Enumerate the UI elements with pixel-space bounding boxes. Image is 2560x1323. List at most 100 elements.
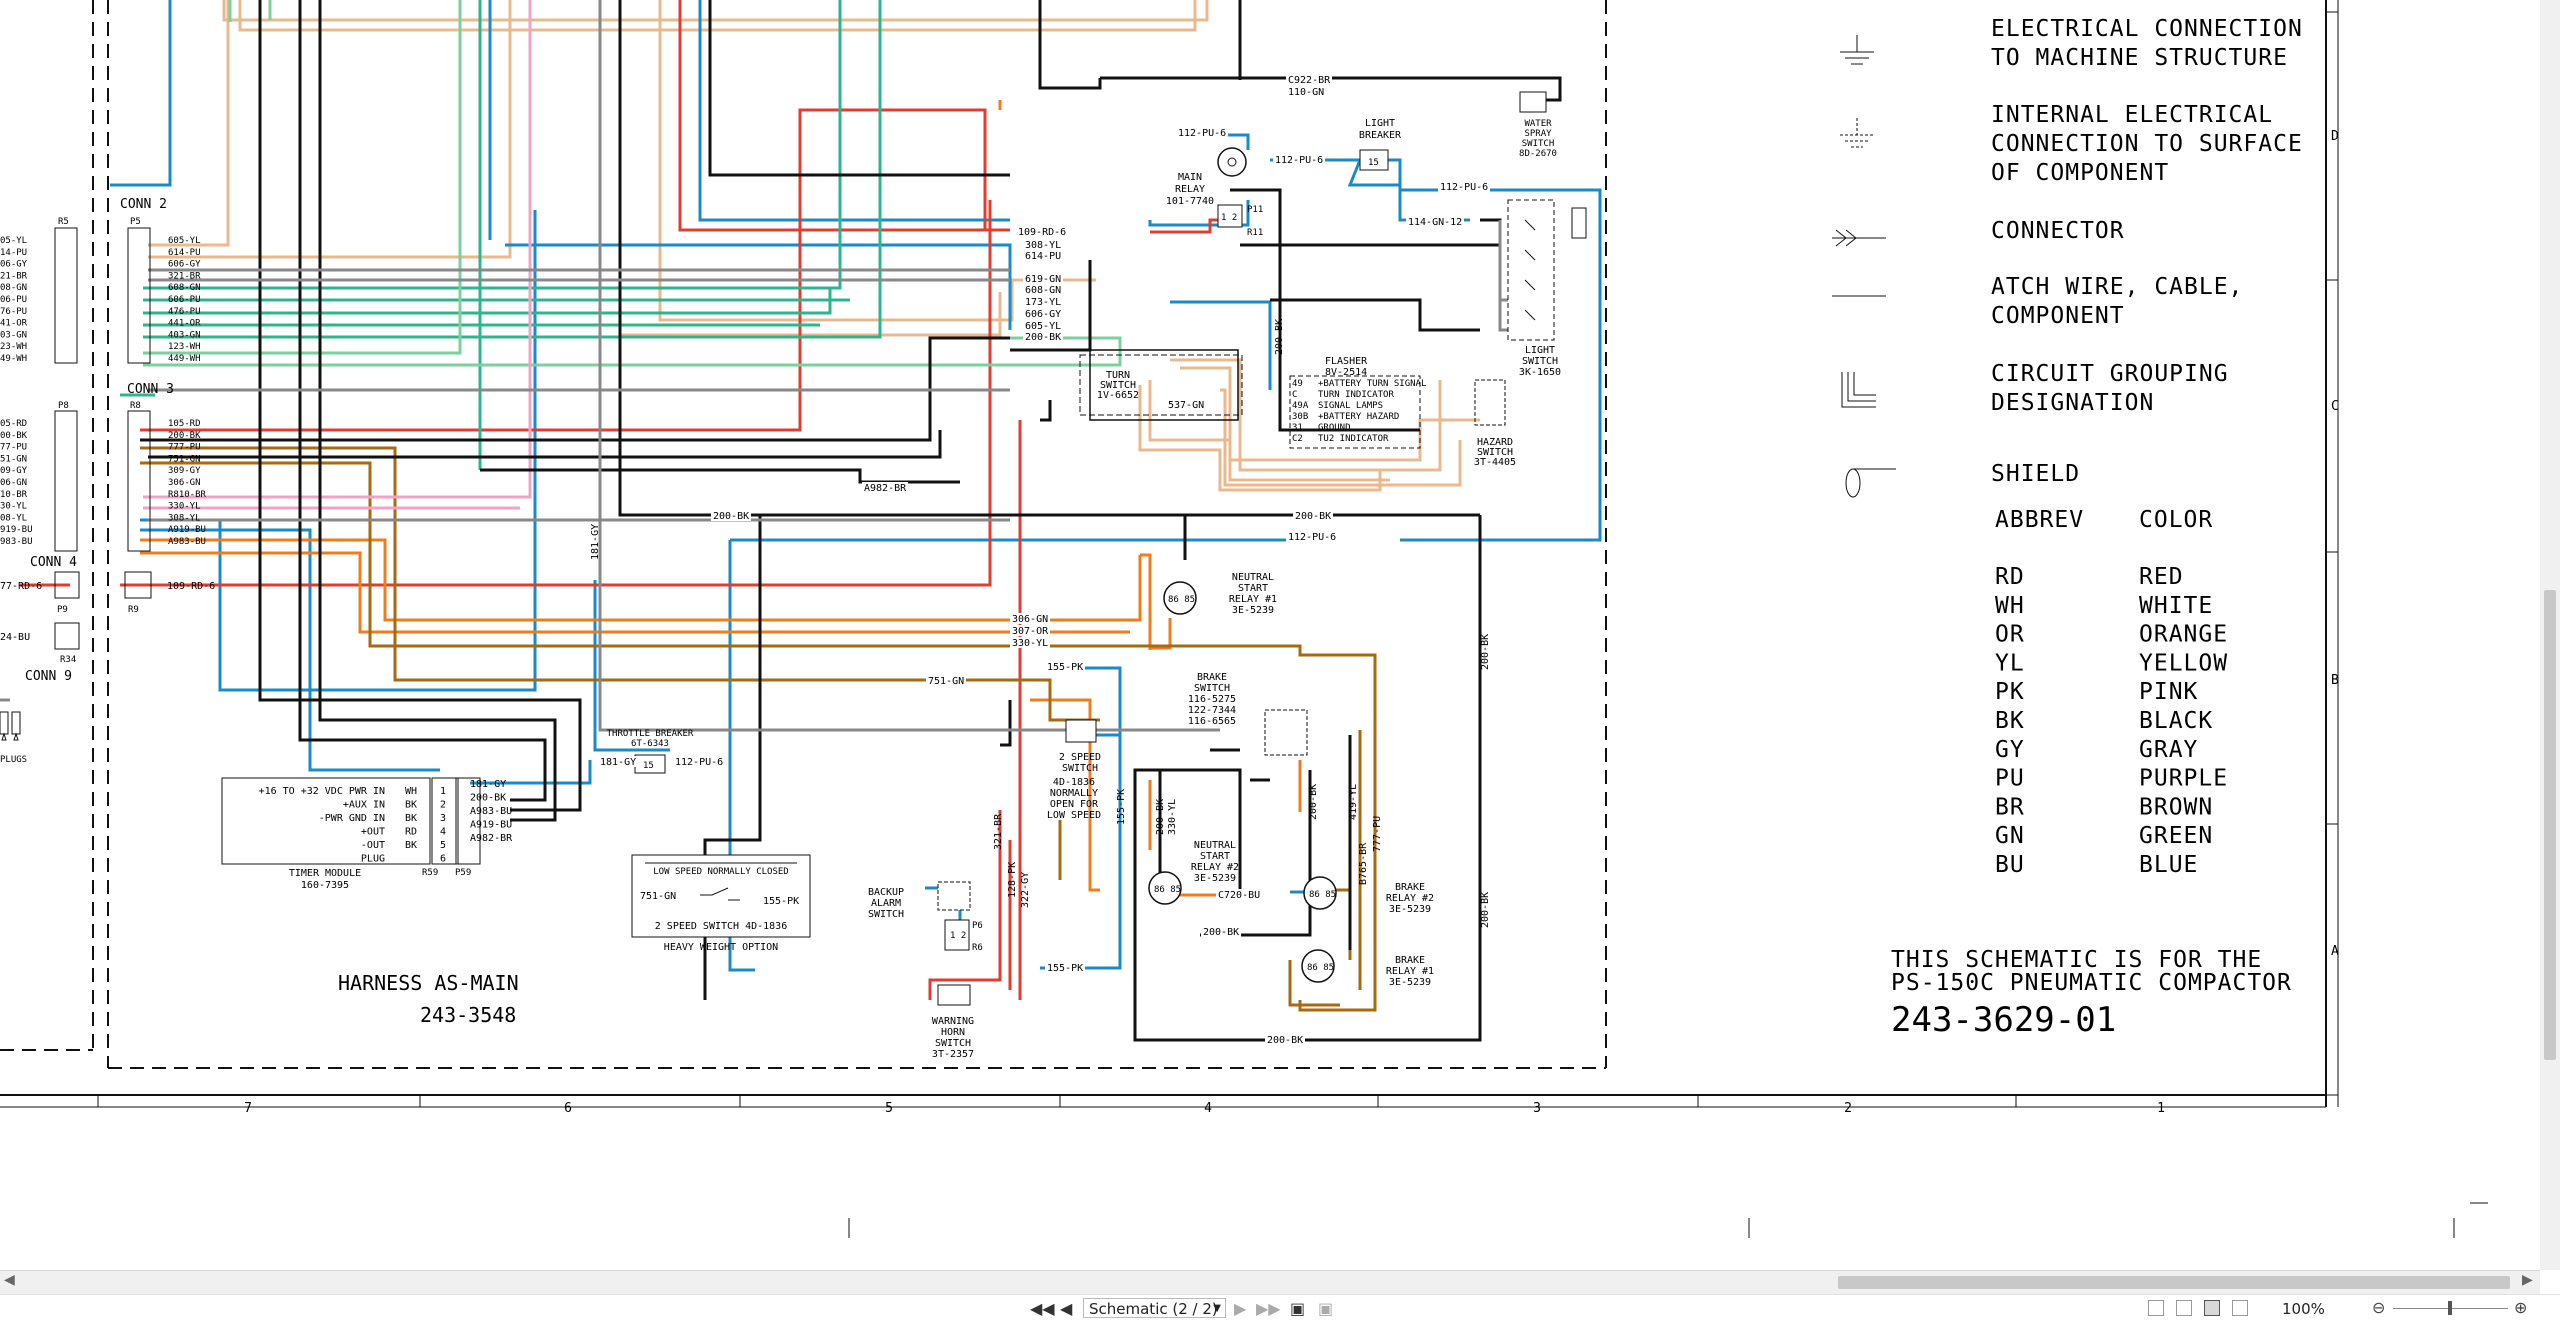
abbrev-color: GREEN: [2139, 823, 2213, 849]
grouping-icon: [1841, 372, 1876, 408]
svg-text:BRAKE: BRAKE: [1395, 882, 1425, 893]
timer-wire: 181-GY: [470, 779, 506, 790]
wire-label: 200-BK: [1203, 927, 1239, 938]
wire-label: 321-BR: [993, 813, 1004, 850]
timer-wire-code: RD: [405, 827, 417, 838]
row-label: C: [2331, 399, 2339, 414]
svg-text:START: START: [1200, 851, 1230, 862]
wire-label: 605-YL: [1025, 321, 1061, 332]
svg-text:15: 15: [1368, 158, 1379, 168]
connector-wire-label: 06-GY: [0, 260, 28, 270]
svg-text:NEUTRAL: NEUTRAL: [1194, 840, 1236, 851]
col-label: 1: [2157, 1101, 2165, 1116]
svg-text:START: START: [1238, 583, 1268, 594]
connector-wire-label: 10-BR: [0, 490, 28, 500]
conn4-label: CONN 4: [30, 555, 77, 570]
col-label: 5: [885, 1101, 893, 1116]
continuous-view-icon[interactable]: [2176, 1300, 2192, 1316]
last-page-icon[interactable]: ▶▶: [1256, 1299, 1281, 1318]
wire-label: 181-GY: [590, 524, 601, 560]
svg-text:86 85: 86 85: [1154, 885, 1181, 895]
svg-text:751-GN: 751-GN: [640, 891, 676, 902]
wire-label: 155-PK: [1047, 963, 1083, 974]
abbrev-code: BU: [1995, 852, 2025, 878]
legend: ELECTRICAL CONNECTION TO MACHINE STRUCTUR…: [1832, 16, 2303, 1040]
connector-wire-label: 23-WH: [0, 342, 27, 352]
wire-label: 330-YL: [1167, 799, 1178, 835]
zoom-in-icon[interactable]: ⊕: [2514, 1298, 2527, 1317]
connector-wire-label: 606-GY: [168, 260, 201, 270]
flasher-pin: 49: [1292, 379, 1303, 389]
wire-label: 173-YL: [1025, 297, 1061, 308]
two-speed-switch: 2 SPEED SWITCH 4D-1836 NORMALLY OPEN FOR…: [1047, 719, 1101, 821]
conn9-left: 24-BU: [0, 632, 30, 643]
wire-label: C720-BU: [1218, 890, 1260, 901]
plugs-label: PLUGS: [0, 755, 27, 765]
prev-page-icon[interactable]: ◀: [1060, 1299, 1072, 1318]
connector-wire-label: 476-PU: [168, 307, 201, 317]
page-select[interactable]: Schematic (2 / 2) ▼: [1083, 1298, 1226, 1318]
first-page-icon[interactable]: ◀◀: [1030, 1299, 1055, 1318]
p6-label: P6: [972, 921, 983, 931]
legend-text: ELECTRICAL CONNECTION: [1991, 16, 2303, 42]
flasher-pin: C2: [1292, 434, 1303, 444]
wire-label: 200-BK: [713, 511, 749, 522]
scroll-left-arrow-icon[interactable]: ◀: [4, 1272, 15, 1288]
svg-text:OPEN FOR: OPEN FOR: [1050, 799, 1099, 810]
sheet-tile-icon[interactable]: ▣: [1318, 1299, 1333, 1318]
connector-wire-label: 123-WH: [168, 342, 201, 352]
wire-label: B765-BR: [1358, 842, 1369, 885]
connector-wire-label: 608-GN: [168, 283, 201, 293]
wire-label: 109-RD-6: [1018, 227, 1066, 238]
conn9-label: CONN 9: [25, 669, 72, 684]
svg-text:86 85: 86 85: [1307, 963, 1334, 973]
abbrev-header: ABBREV: [1995, 507, 2084, 533]
svg-text:RELAY #2: RELAY #2: [1386, 893, 1434, 904]
svg-text:SWITCH: SWITCH: [1194, 683, 1230, 694]
zoom-slider-thumb[interactable]: [2448, 1301, 2452, 1315]
scroll-right-arrow-icon[interactable]: ▶: [2522, 1272, 2533, 1288]
svg-text:SPRAY: SPRAY: [1524, 129, 1552, 139]
sheet-list-icon[interactable]: ▣: [1290, 1299, 1305, 1318]
wire-label: 419-YL: [1348, 784, 1359, 820]
vertical-scrollbar[interactable]: [2540, 0, 2560, 1270]
conn3-plug: R8: [130, 401, 141, 411]
svg-text:RELAY #1: RELAY #1: [1386, 966, 1434, 977]
harness-title: HARNESS AS-MAIN 243-3548: [338, 971, 519, 1027]
connector-wire-label: A919-BU: [168, 525, 206, 535]
plugs-icon: [0, 711, 21, 741]
svg-text:101-7740: 101-7740: [1166, 196, 1214, 207]
conn4-plug: R9: [128, 605, 139, 615]
single-page-view-icon[interactable]: [2148, 1300, 2164, 1316]
connector-wire-label: 105-RD: [168, 419, 201, 429]
connector-wire-label: 06-PU: [0, 295, 27, 305]
connector-wire-label: 919-BU: [0, 525, 33, 535]
wire-label: 307-OR: [1012, 626, 1049, 637]
next-page-icon[interactable]: ▶: [1234, 1299, 1246, 1318]
timer-pin: 3: [440, 813, 446, 824]
chevron-down-icon: ▼: [1213, 1303, 1221, 1314]
horizontal-scrollbar[interactable]: ◀ ▶: [0, 1270, 2540, 1295]
abbrev-color: GRAY: [2139, 737, 2198, 763]
neutral-start-relay-1: 86 85 NEUTRAL START RELAY #1 3E-5239: [1163, 572, 1277, 616]
horizontal-scroll-thumb[interactable]: [1838, 1276, 2510, 1289]
svg-text:86 85: 86 85: [1168, 595, 1195, 605]
two-page-view-icon[interactable]: [2204, 1300, 2220, 1316]
connector-wire-label: 983-BU: [0, 537, 33, 547]
abbrev-color: PURPLE: [2139, 766, 2228, 792]
wire-label: 128-PK: [1007, 862, 1018, 898]
svg-text:LOW SPEED: LOW SPEED: [1047, 810, 1101, 821]
timer-wire: A982-BR: [470, 833, 513, 844]
wire-label: 200-BK: [1274, 319, 1285, 355]
book-view-icon[interactable]: [2232, 1300, 2248, 1316]
connector-wire-label: 00-BK: [0, 431, 28, 441]
vertical-scroll-thumb[interactable]: [2544, 590, 2556, 1060]
abbrev-code: YL: [1995, 650, 2025, 676]
connector-wire-label: 03-GN: [0, 330, 27, 340]
wire-label: 112-PU-6: [1288, 532, 1336, 543]
zoom-out-icon[interactable]: ⊖: [2372, 1298, 2385, 1317]
svg-text:3E-5239: 3E-5239: [1389, 977, 1431, 988]
flasher-pin: 49A: [1292, 401, 1309, 411]
conn3-block: CONN 3 R8 P8: [54, 382, 174, 552]
svg-text:THROTTLE BREAKER: THROTTLE BREAKER: [607, 729, 694, 739]
